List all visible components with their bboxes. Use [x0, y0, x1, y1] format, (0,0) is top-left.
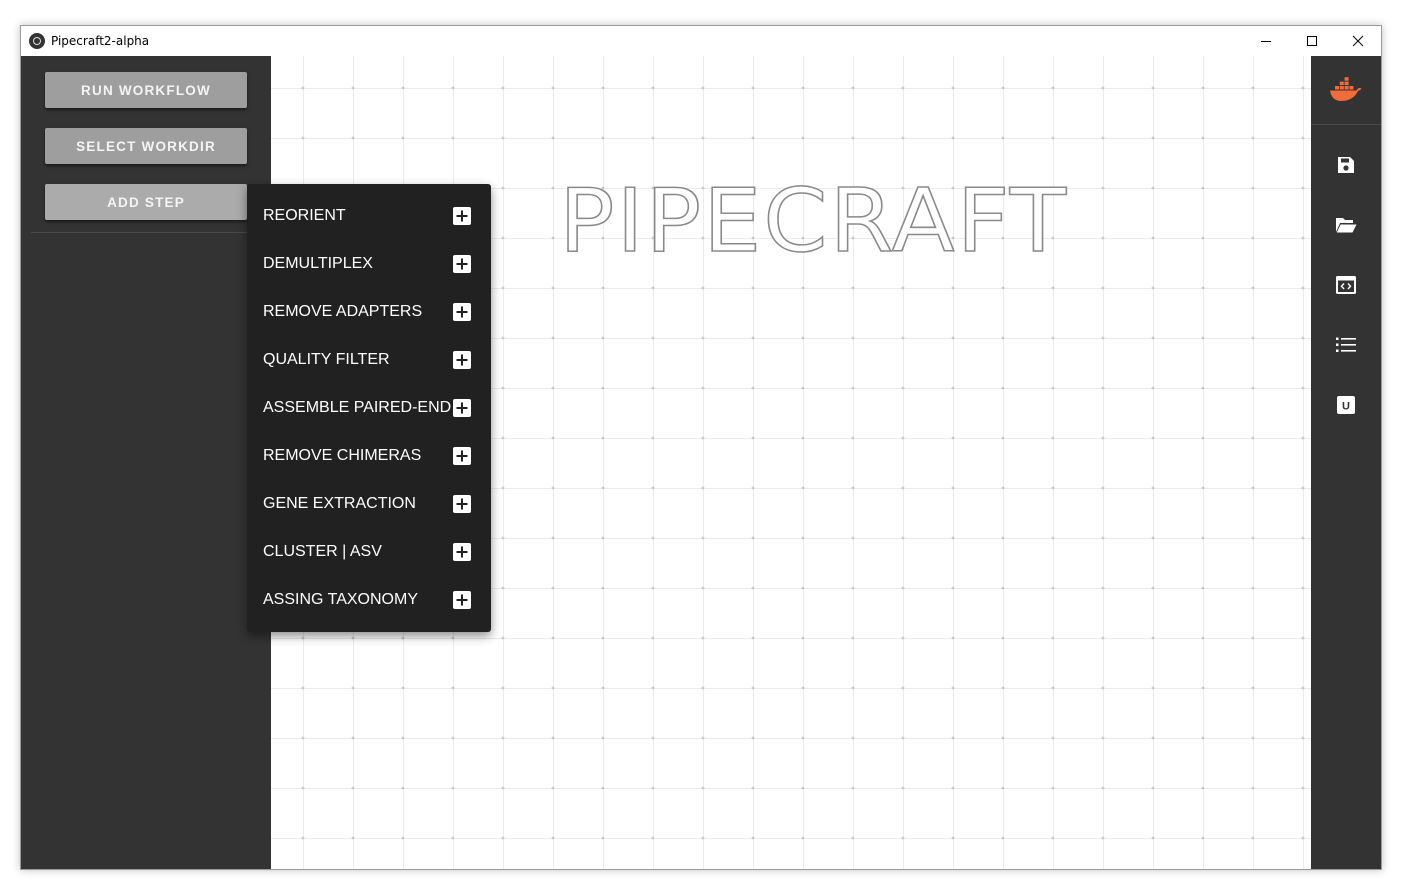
plus-icon[interactable] [453, 207, 471, 225]
close-button[interactable] [1335, 26, 1381, 56]
plus-icon[interactable] [453, 399, 471, 417]
menu-item-label: CLUSTER | ASV [263, 543, 382, 560]
docker-icon[interactable] [1329, 76, 1363, 104]
maximize-button[interactable] [1289, 26, 1335, 56]
plus-icon[interactable] [453, 543, 471, 561]
add-step-button[interactable]: ADD STEP [45, 184, 247, 220]
menu-item-demultiplex[interactable]: DEMULTIPLEX [247, 240, 491, 288]
window-controls [1243, 26, 1381, 56]
plus-icon[interactable] [453, 495, 471, 513]
save-icon[interactable] [1334, 153, 1358, 177]
left-sidebar: RUN WORKFLOW SELECT WORKDIR ADD STEP [21, 56, 271, 869]
menu-item-cluster-asv[interactable]: CLUSTER | ASV [247, 528, 491, 576]
minimize-icon [1261, 41, 1271, 42]
menu-item-label: ASSING TAXONOMY [263, 591, 418, 608]
menu-item-assemble-paired-end[interactable]: ASSEMBLE PAIRED-END [247, 384, 491, 432]
menu-item-remove-adapters[interactable]: REMOVE ADAPTERS [247, 288, 491, 336]
menu-item-quality-filter[interactable]: QUALITY FILTER [247, 336, 491, 384]
title-bar: Pipecraft2-alpha [21, 26, 1381, 56]
plus-icon[interactable] [453, 255, 471, 273]
u-badge-icon[interactable]: U [1334, 393, 1358, 417]
window-title: Pipecraft2-alpha [51, 34, 150, 48]
close-icon [1352, 35, 1364, 47]
plus-icon[interactable] [453, 591, 471, 609]
right-toolbar: U [1311, 56, 1381, 869]
add-step-menu: REORIENT DEMULTIPLEX REMOVE ADAPTERS QUA… [247, 184, 491, 632]
sidebar-divider [31, 232, 261, 233]
menu-item-label: REMOVE CHIMERAS [263, 447, 422, 464]
menu-item-label: REORIENT [263, 207, 346, 224]
menu-item-label: GENE EXTRACTION [263, 495, 416, 512]
menu-item-label: ASSEMBLE PAIRED-END [263, 399, 452, 416]
menu-item-label: REMOVE ADAPTERS [263, 303, 423, 320]
minimize-button[interactable] [1243, 26, 1289, 56]
run-workflow-button[interactable]: RUN WORKFLOW [45, 72, 247, 108]
menu-item-remove-chimeras[interactable]: REMOVE CHIMERAS [247, 432, 491, 480]
menu-item-gene-extraction[interactable]: GENE EXTRACTION [247, 480, 491, 528]
maximize-icon [1307, 36, 1317, 46]
app-logo-icon [29, 33, 45, 49]
select-workdir-button[interactable]: SELECT WORKDIR [45, 128, 247, 164]
list-icon[interactable] [1334, 333, 1358, 357]
app-window: Pipecraft2-alpha RUN WORKFLOW SELECT WOR… [20, 25, 1382, 870]
plus-icon[interactable] [453, 303, 471, 321]
toolbar-divider [1311, 124, 1381, 125]
plus-icon[interactable] [453, 351, 471, 369]
menu-item-assing-taxonomy[interactable]: ASSING TAXONOMY [247, 576, 491, 624]
menu-item-label: DEMULTIPLEX [263, 255, 373, 272]
u-badge-text: U [1342, 401, 1350, 413]
menu-item-label: QUALITY FILTER [263, 351, 390, 368]
plus-icon[interactable] [453, 447, 471, 465]
folder-open-icon[interactable] [1334, 213, 1358, 237]
code-window-icon[interactable] [1334, 273, 1358, 297]
pipecraft-logo-text: PIPECRAFT [558, 170, 1069, 273]
menu-item-reorient[interactable]: REORIENT [247, 192, 491, 240]
